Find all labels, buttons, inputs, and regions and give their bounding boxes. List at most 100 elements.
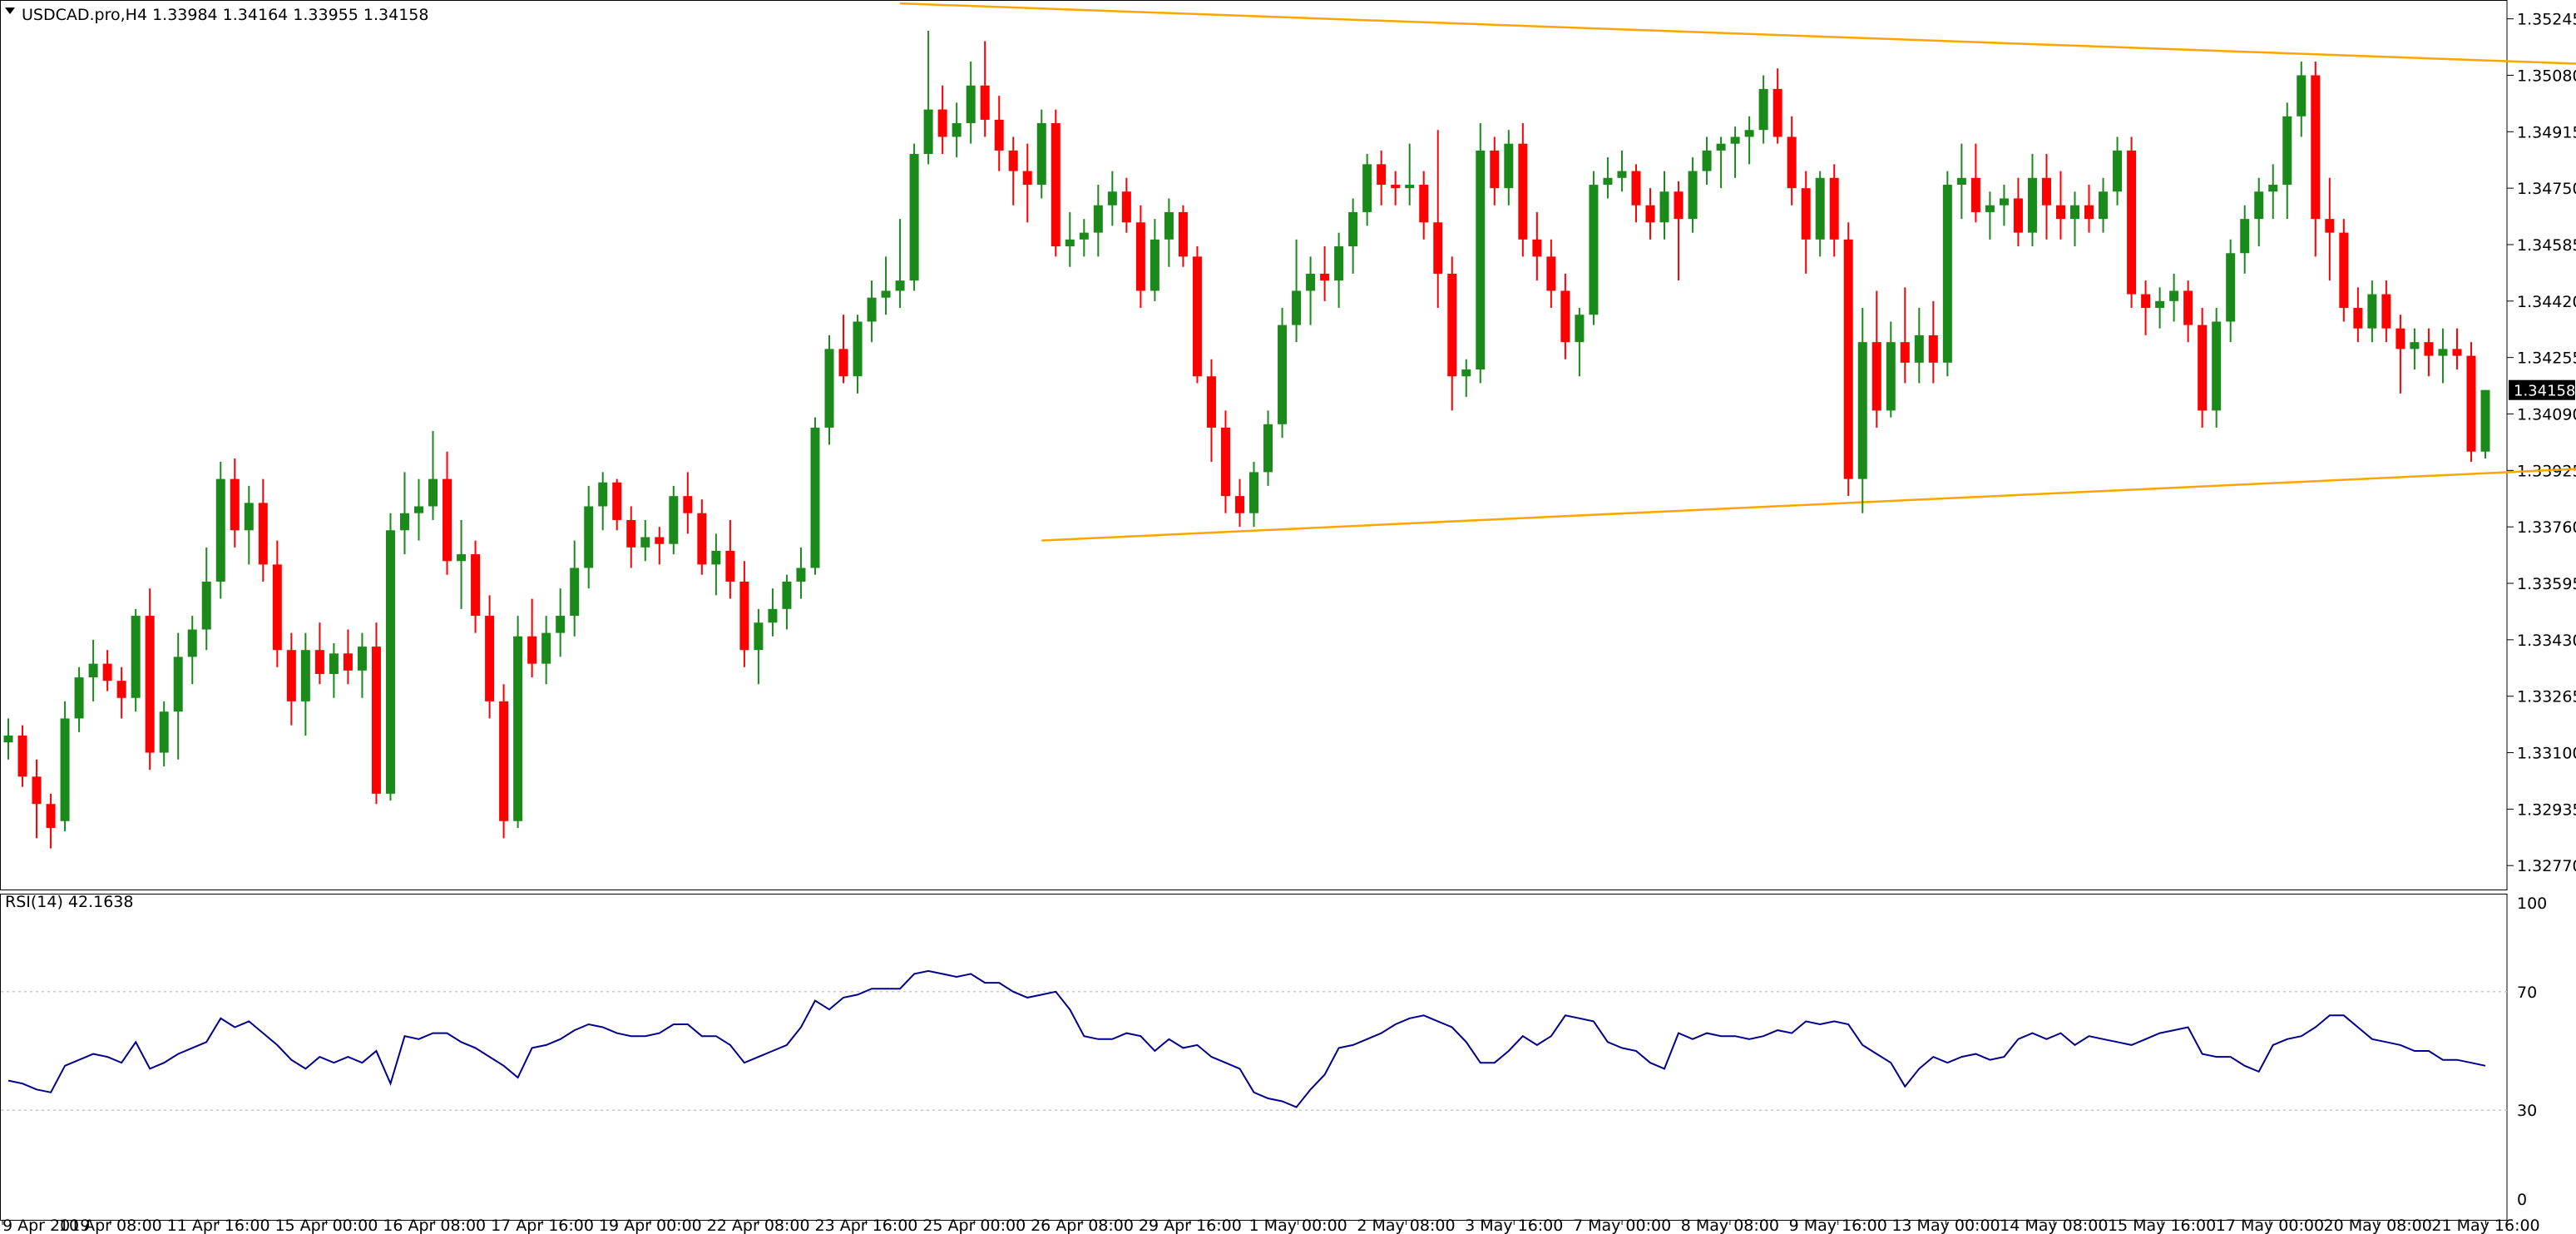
candle-bull[interactable]: [1603, 177, 1613, 186]
candle-bear[interactable]: [1192, 256, 1202, 377]
candle-bull[interactable]: [2226, 253, 2236, 322]
candle-bear[interactable]: [2013, 198, 2023, 233]
candle-bear[interactable]: [116, 681, 126, 698]
candle-bull[interactable]: [796, 567, 806, 582]
candle-bull[interactable]: [1306, 273, 1316, 291]
candle-bull[interactable]: [173, 657, 183, 712]
candle-bull[interactable]: [88, 663, 98, 678]
main-price-pane[interactable]: 1.35245 1.35080 1.34915 1.34750 1.34585 1.344…: [0, 0, 2576, 890]
candle-bull[interactable]: [1278, 325, 1288, 424]
candle-bear[interactable]: [2353, 308, 2363, 329]
candle-bull[interactable]: [1164, 211, 1174, 240]
candle-bear[interactable]: [1928, 335, 1938, 363]
candle-bear[interactable]: [1518, 143, 1528, 240]
candle-bear[interactable]: [1447, 273, 1457, 377]
candle-bear[interactable]: [937, 109, 947, 137]
candle-bull[interactable]: [2410, 342, 2420, 349]
candle-bull[interactable]: [457, 554, 467, 562]
candle-bull[interactable]: [1886, 342, 1896, 411]
candle-bear[interactable]: [527, 636, 537, 664]
candle-bull[interactable]: [60, 718, 70, 821]
candle-bull[interactable]: [1589, 185, 1599, 315]
candle-bear[interactable]: [2311, 75, 2321, 220]
candle-bull[interactable]: [1405, 185, 1415, 189]
candle-bull[interactable]: [556, 616, 566, 633]
candle-bear[interactable]: [1135, 222, 1145, 291]
candle-bull[interactable]: [1914, 335, 1924, 363]
candle-bull[interactable]: [754, 622, 764, 651]
candle-bull[interactable]: [357, 647, 367, 671]
candle-bear[interactable]: [1970, 177, 1980, 212]
candle-bear[interactable]: [725, 550, 735, 582]
candle-bull[interactable]: [2438, 349, 2448, 356]
candle-bear[interactable]: [1674, 191, 1684, 220]
candle-bull[interactable]: [1150, 239, 1159, 291]
candle-bear[interactable]: [1051, 123, 1061, 247]
candle-bull[interactable]: [881, 290, 891, 298]
candle-bull[interactable]: [1857, 342, 1867, 479]
candle-bull[interactable]: [1362, 164, 1372, 212]
candle-bull[interactable]: [2113, 150, 2123, 192]
candle-bull[interactable]: [824, 349, 834, 428]
candle-bear[interactable]: [2339, 232, 2349, 309]
candle-bear[interactable]: [1377, 164, 1387, 186]
candle-bull[interactable]: [895, 280, 905, 291]
candle-bull[interactable]: [513, 636, 523, 821]
candle-bear[interactable]: [17, 735, 27, 777]
candle-bull[interactable]: [909, 154, 919, 281]
candle-bull[interactable]: [1263, 424, 1273, 473]
candle-bull[interactable]: [768, 608, 778, 623]
candle-bull[interactable]: [215, 478, 225, 582]
candle-bear[interactable]: [1829, 177, 1839, 240]
candle-bull[interactable]: [867, 297, 877, 322]
candle-bear[interactable]: [1391, 185, 1401, 189]
trendline-resistance[interactable]: [900, 2, 2576, 65]
candle-bull[interactable]: [570, 567, 580, 617]
candle-bear[interactable]: [1320, 273, 1330, 281]
candle-bull[interactable]: [584, 506, 594, 568]
candle-bull[interactable]: [923, 109, 933, 155]
candle-bear[interactable]: [2381, 294, 2391, 329]
candle-bull[interactable]: [399, 513, 409, 531]
candle-bull[interactable]: [1942, 185, 1952, 363]
candle-bear[interactable]: [2127, 150, 2137, 295]
candle-bull[interactable]: [159, 711, 169, 753]
triangle-down-icon[interactable]: [5, 7, 15, 14]
candle-bear[interactable]: [1220, 427, 1230, 497]
candle-bear[interactable]: [1022, 171, 1032, 186]
candle-bear[interactable]: [258, 503, 268, 565]
candle-bear[interactable]: [32, 776, 42, 805]
candle-bear[interactable]: [443, 478, 452, 562]
candle-bull[interactable]: [598, 482, 608, 507]
candle-bull[interactable]: [1999, 198, 2009, 206]
candle-bull[interactable]: [711, 550, 721, 565]
trendline-support[interactable]: [1041, 465, 2576, 542]
candle-bull[interactable]: [2282, 116, 2292, 186]
candle-bull[interactable]: [952, 123, 962, 137]
candle-bull[interactable]: [385, 530, 395, 794]
candle-bull[interactable]: [428, 478, 438, 507]
candle-bull[interactable]: [1079, 232, 1089, 240]
candle-bear[interactable]: [343, 653, 353, 671]
candle-bull[interactable]: [1716, 143, 1726, 151]
candle-bear[interactable]: [1645, 205, 1655, 223]
candle-bull[interactable]: [2254, 191, 2264, 220]
candle-bear[interactable]: [1871, 342, 1881, 411]
candle-bear[interactable]: [2424, 342, 2434, 356]
candle-bear[interactable]: [2452, 349, 2462, 356]
candle-bull[interactable]: [1985, 205, 1995, 212]
candle-bear[interactable]: [1433, 222, 1443, 274]
candle-bull[interactable]: [187, 629, 197, 657]
candle-bull[interactable]: [2367, 294, 2377, 329]
candle-bull[interactable]: [1292, 290, 1302, 325]
candle-bull[interactable]: [1702, 150, 1712, 171]
candle-bull[interactable]: [1730, 136, 1740, 144]
candle-bull[interactable]: [74, 677, 84, 719]
candle-bull[interactable]: [1575, 315, 1585, 343]
candle-bull[interactable]: [1348, 211, 1358, 247]
candle-bear[interactable]: [1178, 211, 1188, 257]
candle-bear[interactable]: [272, 564, 282, 651]
candle-bear[interactable]: [2396, 328, 2405, 349]
candle-bull[interactable]: [2155, 300, 2165, 309]
candle-bear[interactable]: [286, 650, 296, 701]
